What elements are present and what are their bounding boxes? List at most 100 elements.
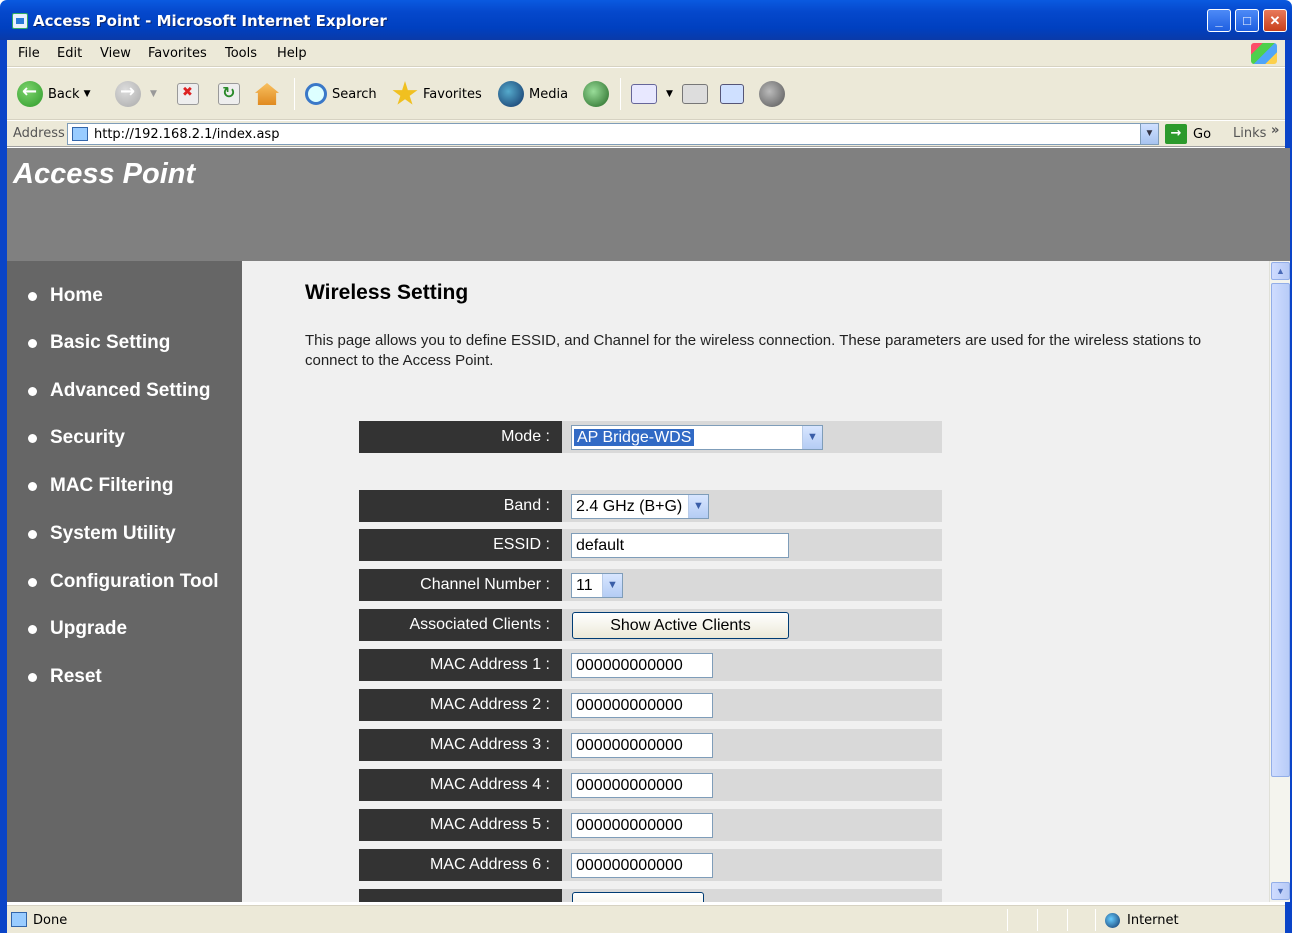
mac-address-field[interactable]: 000000000000	[571, 653, 713, 678]
stop-button[interactable]	[177, 79, 204, 109]
menu-tools[interactable]: Tools	[225, 46, 257, 61]
band-select[interactable]: 2.4 GHz (B+G) ▼	[571, 494, 709, 519]
sidebar-item-label: System Utility	[50, 523, 176, 544]
back-arrow-icon	[17, 81, 43, 107]
partial-row-button[interactable]	[572, 892, 704, 902]
print-icon	[682, 84, 708, 104]
favorites-button[interactable]: Favorites	[392, 79, 482, 109]
sidebar-item-reset[interactable]: Reset	[7, 662, 242, 692]
menu-help[interactable]: Help	[277, 46, 307, 61]
address-input[interactable]: http://192.168.2.1/index.asp ▼	[67, 123, 1159, 145]
forward-button[interactable]: ▼	[115, 79, 157, 109]
close-button[interactable]: ✕	[1263, 9, 1287, 32]
scrollbar-thumb[interactable]	[1271, 283, 1290, 777]
sidebar-item-security[interactable]: Security	[7, 423, 242, 453]
page-icon	[72, 127, 88, 141]
address-dropdown-icon[interactable]: ▼	[1140, 124, 1158, 144]
band-value: 2.4 GHz (B+G)	[576, 498, 683, 515]
channel-select[interactable]: 11 ▼	[571, 573, 623, 598]
mac-address-label: MAC Address 6 :	[359, 849, 562, 881]
menu-favorites[interactable]: Favorites	[148, 46, 207, 61]
vertical-scrollbar[interactable]: ▲ ▼	[1269, 261, 1290, 902]
mac-address-row: MAC Address 2 : 000000000000	[359, 689, 942, 721]
toolbar: Back ▼ ▼ Search Favorites Media ▼	[7, 68, 1285, 120]
mac-address-field[interactable]: 000000000000	[571, 853, 713, 878]
mac-address-row: MAC Address 4 : 000000000000	[359, 769, 942, 801]
menu-view[interactable]: View	[100, 46, 131, 61]
channel-label: Channel Number :	[359, 569, 562, 601]
chevron-down-icon[interactable]: ▼	[688, 495, 708, 518]
toolbar-separator	[294, 78, 295, 110]
history-button[interactable]	[583, 79, 614, 109]
sidebar-item-configuration-tool[interactable]: Configuration Tool	[7, 567, 242, 597]
sidebar-item-advanced-setting[interactable]: Advanced Setting	[7, 376, 242, 406]
bullet-icon	[28, 624, 37, 634]
links-button[interactable]: Links	[1233, 126, 1266, 141]
sidebar-item-label: Configuration Tool	[50, 571, 219, 592]
back-button[interactable]: Back ▼	[17, 79, 90, 109]
back-dropdown-icon[interactable]: ▼	[84, 89, 91, 99]
status-bar: Done Internet	[7, 905, 1285, 933]
essid-field[interactable]: default	[571, 533, 789, 558]
essid-label: ESSID :	[359, 529, 562, 561]
chevron-down-icon[interactable]: ▼	[802, 426, 822, 449]
menu-edit[interactable]: Edit	[57, 46, 82, 61]
mac-address-row: MAC Address 1 : 000000000000	[359, 649, 942, 681]
bullet-icon	[28, 386, 37, 396]
bullet-icon	[28, 481, 37, 491]
mac-address-row: MAC Address 6 : 000000000000	[359, 849, 942, 881]
menu-file[interactable]: File	[18, 46, 40, 61]
mac-address-field[interactable]: 000000000000	[571, 733, 713, 758]
bullet-icon	[28, 291, 37, 301]
mode-label: Mode :	[359, 421, 562, 453]
ie-page-icon	[12, 13, 28, 29]
page-header-title: Access Point	[13, 158, 196, 190]
title-bar: Access Point - Microsoft Internet Explor…	[0, 0, 1292, 40]
home-button[interactable]	[255, 79, 284, 109]
page-header: Access Point	[7, 148, 1290, 261]
media-icon	[498, 81, 524, 107]
refresh-button[interactable]	[218, 79, 245, 109]
mac-address-value: 000000000000	[576, 697, 683, 714]
mac-address-field[interactable]: 000000000000	[571, 693, 713, 718]
sidebar-item-basic-setting[interactable]: Basic Setting	[7, 328, 242, 358]
forward-dropdown-icon[interactable]: ▼	[150, 89, 157, 99]
status-separator	[1067, 909, 1068, 931]
page-description: This page allows you to define ESSID, an…	[305, 332, 1202, 369]
sidebar-item-mac-filtering[interactable]: MAC Filtering	[7, 471, 242, 501]
home-icon	[255, 83, 279, 105]
mode-select[interactable]: AP Bridge-WDS ▼	[571, 425, 823, 450]
search-button[interactable]: Search	[305, 79, 377, 109]
sidebar-item-system-utility[interactable]: System Utility	[7, 519, 242, 549]
show-active-clients-button[interactable]: Show Active Clients	[572, 612, 789, 639]
maximize-button[interactable]: □	[1235, 9, 1259, 32]
chevron-down-icon[interactable]: ▼	[602, 574, 622, 597]
mac-address-label: MAC Address 5 :	[359, 809, 562, 841]
mail-button[interactable]: ▼	[631, 79, 673, 109]
messenger-button[interactable]	[759, 79, 790, 109]
mac-address-value: 000000000000	[576, 817, 683, 834]
sidebar-item-home[interactable]: Home	[7, 281, 242, 311]
channel-value: 11	[576, 577, 593, 594]
partial-row	[359, 889, 942, 902]
go-button[interactable]: → Go	[1165, 124, 1211, 144]
media-button[interactable]: Media	[498, 79, 568, 109]
links-chevron-icon[interactable]: »	[1271, 123, 1279, 138]
scroll-down-icon[interactable]: ▼	[1271, 882, 1290, 900]
bullet-icon	[28, 672, 37, 682]
mac-address-label: MAC Address 1 :	[359, 649, 562, 681]
print-button[interactable]	[682, 79, 713, 109]
mac-address-field[interactable]: 000000000000	[571, 773, 713, 798]
mail-dropdown-icon[interactable]: ▼	[666, 89, 673, 99]
edit-button[interactable]	[720, 79, 749, 109]
sidebar-item-upgrade[interactable]: Upgrade	[7, 614, 242, 644]
minimize-button[interactable]: _	[1207, 9, 1231, 32]
mac-address-field[interactable]: 000000000000	[571, 813, 713, 838]
messenger-icon	[759, 81, 785, 107]
sidebar-item-label: Security	[50, 427, 125, 448]
stop-icon	[177, 83, 199, 105]
bullet-icon	[28, 338, 37, 348]
scroll-up-icon[interactable]: ▲	[1271, 262, 1290, 280]
address-url[interactable]: http://192.168.2.1/index.asp	[94, 127, 279, 142]
sidebar: Home Basic Setting Advanced Setting Secu…	[7, 261, 242, 902]
